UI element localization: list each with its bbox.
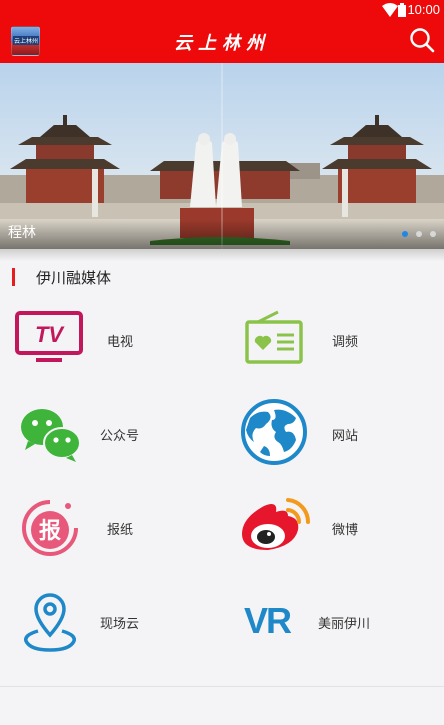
grid-item-website[interactable]: 网站 (222, 395, 444, 475)
location-icon (24, 593, 76, 652)
battery-icon (398, 3, 406, 17)
grid-item-live-cloud[interactable]: 现场云 (0, 585, 222, 665)
vr-icon-text: VR (244, 601, 292, 641)
grid-item-label: 电视 (107, 335, 134, 350)
banner-caption-bar (0, 219, 444, 249)
svg-text:TV: TV (35, 322, 65, 347)
divider (0, 686, 444, 687)
grid-item-label: 现场云 (100, 617, 140, 632)
grid-item-label: 网站 (332, 429, 359, 444)
newspaper-icon-text: 报 (39, 519, 61, 544)
grid-item-label: 美丽伊川 (318, 617, 371, 632)
globe-icon (241, 399, 307, 465)
carousel-dot[interactable] (402, 231, 408, 237)
carousel-dot[interactable] (416, 231, 422, 237)
grid-item-label: 微博 (332, 523, 359, 538)
banner-shadow (0, 249, 444, 261)
carousel-indicator (402, 231, 436, 237)
banner-carousel[interactable]: 程林 (0, 63, 444, 249)
status-time: 10:00 (407, 2, 440, 17)
wifi-icon (382, 3, 398, 17)
wechat-icon (21, 409, 81, 462)
grid-item-vr[interactable]: VR 美丽伊川 (222, 585, 444, 665)
radio-icon (245, 310, 303, 364)
grid-item-label: 报纸 (107, 523, 134, 538)
status-bar: 10:00 (0, 0, 444, 20)
grid-item-wechat[interactable]: 公众号 (0, 395, 222, 475)
newspaper-icon: 报 (22, 500, 78, 556)
grid-item-newspaper[interactable]: 报 报纸 (0, 490, 222, 570)
section-title: 伊川融媒体 (36, 269, 112, 287)
app-bar: 云上林州 云上林州 (0, 20, 444, 63)
banner-caption: 程林 (8, 225, 36, 241)
weibo-icon (242, 498, 311, 550)
tv-icon: TV (15, 311, 83, 362)
section-header: 伊川融媒体 (0, 262, 444, 292)
vr-icon: VR (244, 601, 294, 641)
section-accent-bar (12, 268, 15, 286)
search-icon[interactable] (408, 26, 436, 54)
grid-item-radio[interactable]: 调频 (222, 300, 444, 380)
grid-item-weibo[interactable]: 微博 (222, 490, 444, 570)
carousel-dot[interactable] (430, 231, 436, 237)
grid-item-tv[interactable]: TV 电视 (0, 300, 222, 380)
grid-item-label: 调频 (332, 335, 359, 350)
app-title: 云上林州 (174, 33, 270, 54)
grid-item-label: 公众号 (100, 429, 140, 444)
